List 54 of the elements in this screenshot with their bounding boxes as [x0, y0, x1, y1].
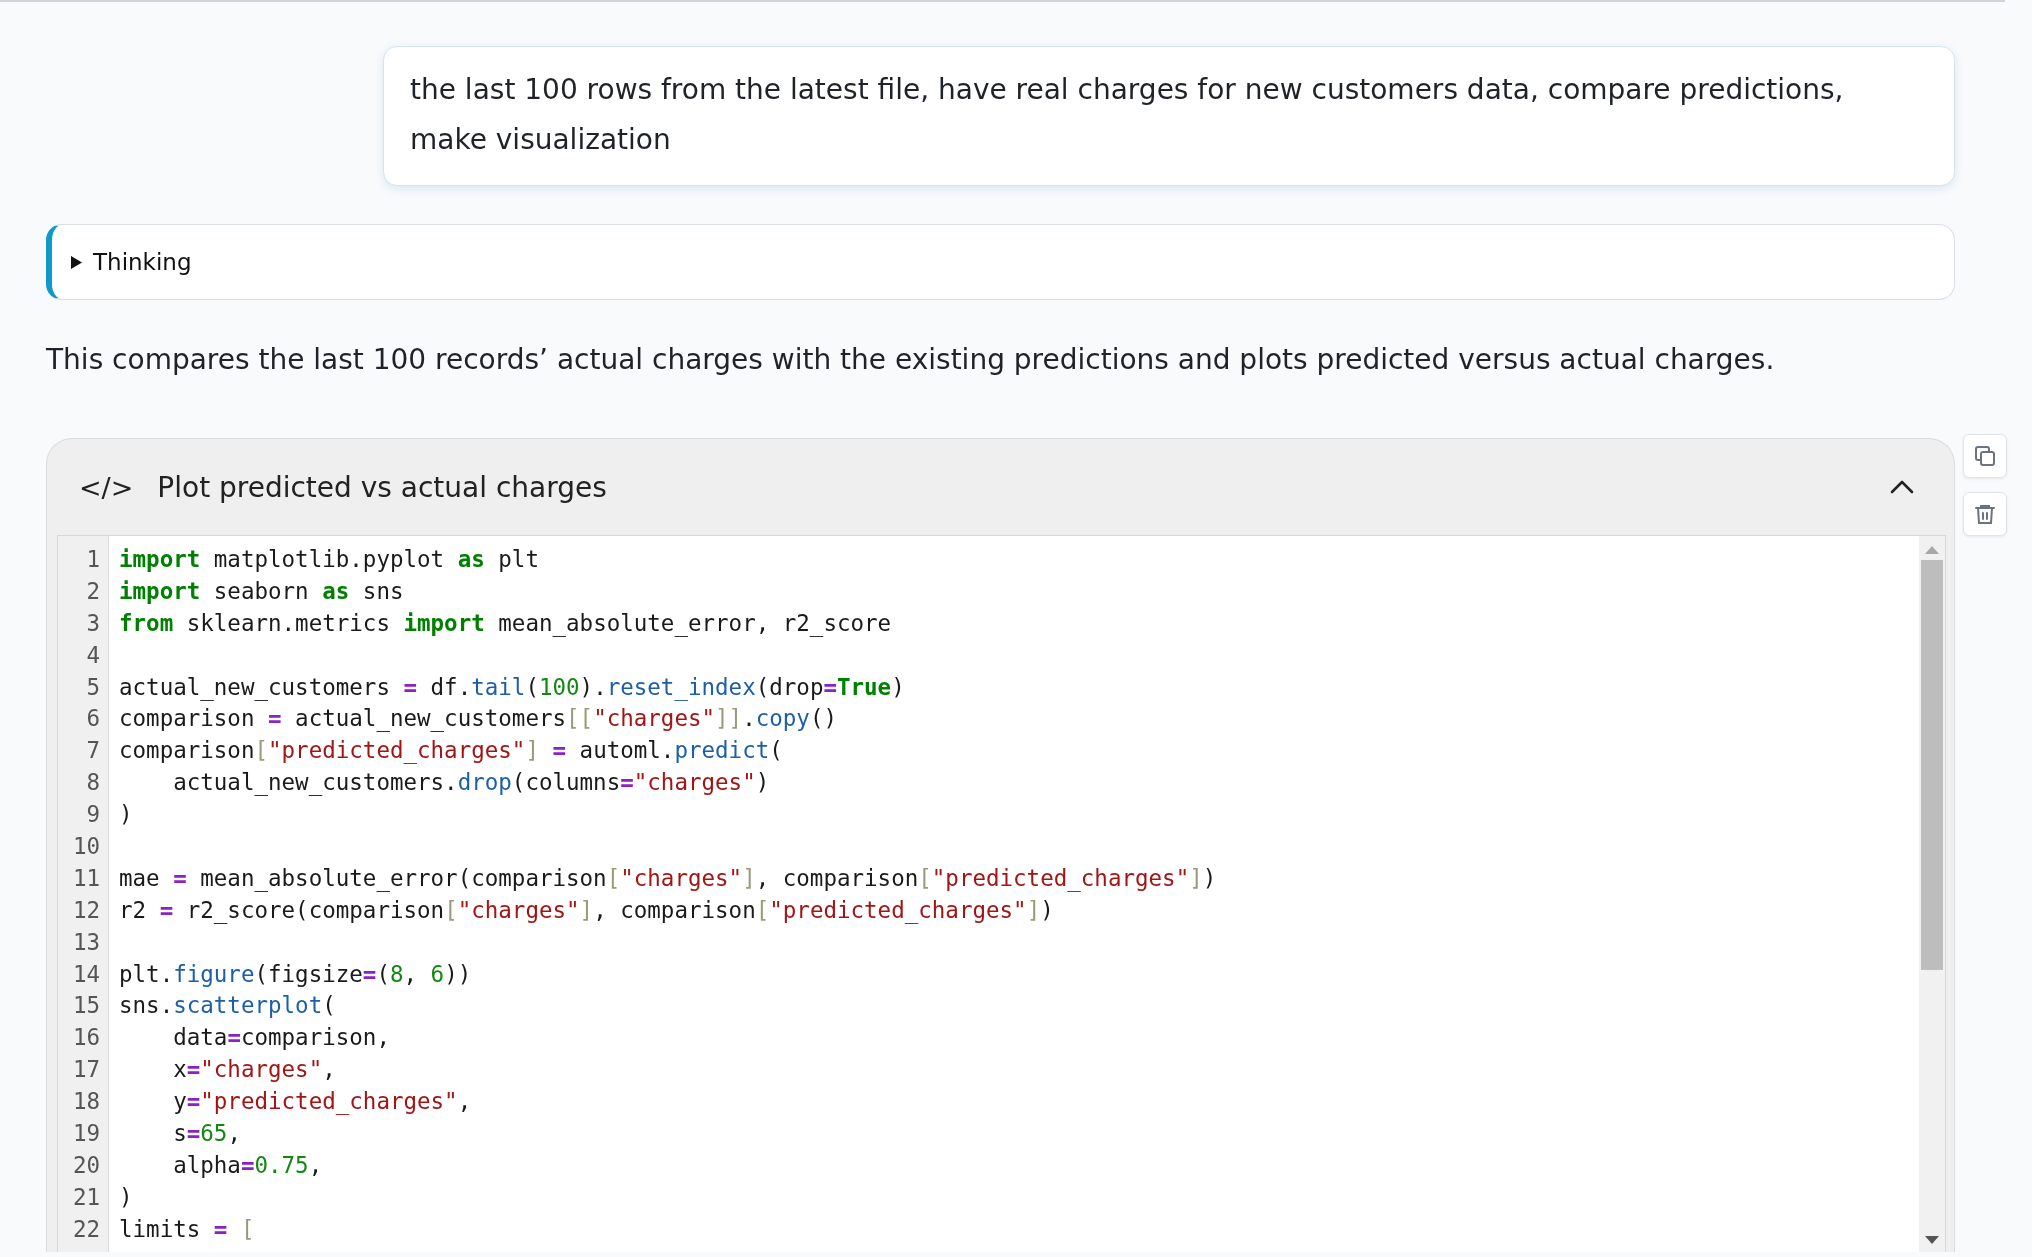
code-tag: </> [79, 471, 134, 503]
code-line: from sklearn.metrics import mean_absolute_error, r2_score [118, 608, 893, 639]
code-line: actual_new_customers.drop(columns="charges") [172, 768, 771, 798]
line-number: 3 [85, 608, 101, 638]
line-number: 11 [71, 863, 101, 893]
line-number: 1 [85, 545, 101, 574]
line-number: 13 [71, 927, 101, 957]
trash-icon [1973, 502, 1997, 526]
thinking-toggle[interactable]: Thinking [46, 224, 1955, 300]
code-title: Plot predicted vs actual charges [157, 470, 608, 504]
line-number: 19 [71, 1119, 101, 1149]
code-line: import matplotlib.pyplot as plt [118, 545, 540, 574]
code-line: s=65, [172, 1119, 242, 1149]
code-line: ) [118, 800, 134, 830]
line-number: 2 [85, 576, 101, 606]
code-line: x="charges", [172, 1055, 337, 1085]
line-number: 16 [71, 1023, 101, 1053]
message-text: the last 100 rows from the latest file, have real charges for new customers data, compare predictions, make visualization [410, 72, 1845, 158]
copy-button[interactable] [1963, 434, 2007, 478]
code-line: comparison = actual_new_customers[["charges"]].copy() [118, 704, 838, 734]
assistant-text: This compares the last 100 records’ actual charges with the existing predictions and plots predicted versus actual charges. [46, 342, 1776, 378]
triangle-icon [70, 254, 83, 270]
code-line: plt.figure(figsize=(8, 6)) [118, 959, 473, 989]
code-line: sns.scatterplot( [118, 991, 337, 1021]
code-line: import seaborn as sns [118, 576, 405, 606]
line-number: 20 [71, 1150, 101, 1180]
line-number: 6 [85, 704, 101, 734]
line-number: 15 [71, 991, 101, 1021]
code-line: actual_new_customers = df.tail(100).reset_index(drop=True) [118, 672, 906, 703]
line-number: 7 [85, 736, 101, 766]
line-number: 22 [71, 1214, 101, 1244]
code-line: data=comparison, [172, 1023, 391, 1053]
line-number: 14 [71, 959, 101, 989]
code-line: y="predicted_charges", [172, 1087, 473, 1117]
code-line: mae = mean_absolute_error(comparison["charges"], comparison["predicted_charges"]) [118, 863, 1218, 894]
chevron-up-icon [1890, 480, 1914, 494]
line-number: 4 [85, 640, 101, 670]
line-number: 5 [85, 672, 101, 702]
line-number: 18 [71, 1087, 101, 1117]
line-number: 8 [85, 768, 101, 798]
code-line: alpha=0.75, [172, 1150, 324, 1180]
code-line: comparison["predicted_charges"] = automl.predict( [118, 736, 784, 766]
scroll-down-icon[interactable] [1924, 1234, 1940, 1246]
delete-button[interactable] [1963, 492, 2007, 536]
line-number: 17 [71, 1055, 101, 1085]
code-line: limits = [ [118, 1214, 256, 1244]
scrollbar[interactable] [1919, 536, 1945, 1252]
line-number: 10 [71, 832, 101, 861]
code-line: r2 = r2_score(comparison["charges"], comparison["predicted_charges"]) [118, 895, 1055, 926]
copy-icon [1973, 444, 1997, 468]
line-number: 9 [85, 800, 101, 830]
line-number: 21 [71, 1182, 101, 1212]
line-number: 12 [71, 895, 101, 925]
code-line: ) [118, 1182, 134, 1212]
